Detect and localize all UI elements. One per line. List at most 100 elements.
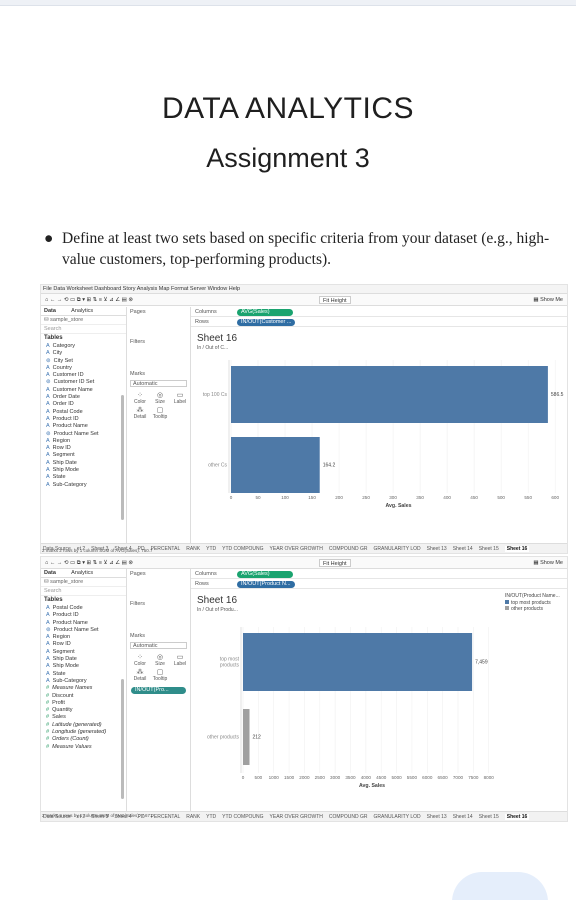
field-item[interactable]: A Order Date (41, 394, 126, 401)
field-item[interactable]: A Ship Mode (41, 663, 126, 670)
fit-dropdown[interactable]: Fit Height (319, 559, 351, 567)
columns-pill[interactable]: AVG(Sales) (237, 570, 293, 578)
field-item[interactable]: A Customer ID (41, 372, 126, 379)
field-item[interactable]: A Ship Date (41, 460, 126, 467)
field-item[interactable]: A Segment (41, 452, 126, 459)
x-tick-label: 4000 (361, 775, 372, 780)
detail-button[interactable]: ⁂ Detail (131, 406, 149, 420)
detail-icon: ⁂ (136, 407, 144, 414)
field-item[interactable]: A Region (41, 634, 126, 641)
pages-card[interactable]: Pages (127, 307, 190, 316)
cards-pane: Pages Filters Marks Automatic ⁘ Color ◎ Si… (127, 569, 191, 811)
tab-analytics[interactable]: Analytics (71, 308, 93, 314)
x-tick-label: 500 (255, 775, 263, 780)
tab-data[interactable]: Data (44, 308, 56, 314)
field-search-input[interactable]: Search (41, 325, 126, 334)
tab-analytics[interactable]: Analytics (71, 570, 93, 576)
color-button[interactable]: ⁘ Color (131, 391, 149, 405)
tab-data[interactable]: Data (44, 570, 56, 576)
columns-shelf[interactable]: Columns AVG(Sales) (191, 307, 567, 317)
field-item[interactable]: A Postal Code (41, 605, 126, 612)
x-tick-label: 100 (281, 495, 289, 500)
show-me-button[interactable]: ▦ Show Me (533, 294, 563, 306)
color-button[interactable]: ⁘ Color (131, 653, 149, 667)
show-me-button[interactable]: ▦ Show Me (533, 557, 563, 569)
field-item[interactable]: A Product ID (41, 612, 126, 619)
rows-shelf[interactable]: Rows IN/OUT(Customer ... (191, 317, 567, 327)
field-item[interactable]: A Row ID (41, 445, 126, 452)
datasource-name[interactable]: ⛁ sample_store (41, 316, 126, 325)
field-item[interactable]: A State (41, 474, 126, 481)
menu-bar[interactable]: File Data Worksheet Dashboard Story Anal… (41, 285, 567, 294)
field-item[interactable]: A Customer Name (41, 387, 126, 394)
data-pane-tabs: Data Analytics (41, 307, 126, 316)
field-item[interactable]: ⊚ City Set (41, 358, 126, 365)
size-button[interactable]: ◎ Size (151, 653, 169, 667)
field-item[interactable]: A Sub-Category (41, 482, 126, 489)
mark-type-select[interactable]: Automatic (130, 380, 187, 387)
field-item[interactable]: # Sales (41, 714, 126, 721)
field-type-icon: A (46, 445, 50, 452)
tooltip-button[interactable]: ▢ Tooltip (151, 668, 169, 682)
field-item[interactable]: ⊚ Customer ID Set (41, 379, 126, 386)
color-mark-pill[interactable]: IN/OUT(Pro... (131, 687, 186, 694)
field-item[interactable]: A Country (41, 365, 126, 372)
filters-card[interactable]: Filters (127, 599, 190, 608)
field-item[interactable]: # Orders (Count) (41, 736, 126, 743)
field-item[interactable]: # Measure Values (41, 744, 126, 751)
label-button[interactable]: ▭ Label (171, 391, 189, 405)
field-item[interactable]: # Quantity (41, 707, 126, 714)
field-item[interactable]: # Profit (41, 700, 126, 707)
field-item[interactable]: A Postal Code (41, 409, 126, 416)
field-item[interactable]: # Discount (41, 693, 126, 700)
field-item[interactable]: ⊚ Product Name Set (41, 431, 126, 438)
field-label: Product ID (52, 415, 79, 422)
datasource-name[interactable]: ⛁ sample_store (41, 578, 126, 587)
field-type-icon: A (46, 401, 50, 408)
toolbar-icons[interactable]: ⌂ ← → ⟲ ▭ ⧉ ▾ ⊞ ⇅ ≡ ⊻ ⊿ ∠ ▤ ⊗ (45, 297, 133, 303)
field-item[interactable]: ⊚ Product Name Set (41, 627, 126, 634)
field-label: Customer ID Set (53, 379, 95, 386)
field-item[interactable]: A Product ID (41, 416, 126, 423)
fit-dropdown[interactable]: Fit Height (319, 296, 351, 304)
field-item[interactable]: A Ship Mode (41, 467, 126, 474)
field-item[interactable]: A Row ID (41, 641, 126, 648)
datasource-label: sample_store (50, 579, 84, 585)
x-tick-label: 6500 (438, 775, 449, 780)
field-item[interactable]: A Product Name (41, 620, 126, 627)
rows-pill[interactable]: IN/OUT(Customer ... (237, 318, 295, 326)
label-button[interactable]: ▭ Label (171, 653, 189, 667)
size-button[interactable]: ◎ Size (151, 391, 169, 405)
field-item[interactable]: # Latitude (generated) (41, 722, 126, 729)
field-item[interactable]: A Category (41, 343, 126, 350)
tableau-screenshot-1: File Data Worksheet Dashboard Story Anal… (40, 284, 568, 554)
mark-type-select[interactable]: Automatic (130, 642, 187, 649)
field-search-input[interactable]: Search (41, 587, 126, 596)
scrollbar[interactable] (121, 679, 124, 799)
columns-shelf[interactable]: Columns AVG(Sales) (191, 569, 567, 579)
field-item[interactable]: A Order ID (41, 401, 126, 408)
floating-action-button[interactable] (452, 872, 548, 900)
columns-pill[interactable]: AVG(Sales) (237, 308, 293, 316)
field-item[interactable]: # Measure Names (41, 685, 126, 692)
size-icon: ◎ (156, 392, 164, 399)
field-item[interactable]: A Sub-Category (41, 678, 126, 685)
view-area: Sheet 16 In / Out of Produ... IN/OUT(Pro… (191, 591, 567, 811)
field-item[interactable]: A Region (41, 438, 126, 445)
toolbar-icons[interactable]: ⌂ ← → ⟲ ▭ ⧉ ▾ ⊞ ⇅ ≡ ⊻ ⊿ ∠ ▤ ⊗ (45, 560, 133, 566)
field-type-icon: A (46, 343, 50, 349)
tooltip-button[interactable]: ▢ Tooltip (151, 406, 169, 420)
pages-card[interactable]: Pages (127, 569, 190, 578)
scrollbar[interactable] (121, 395, 124, 520)
detail-button[interactable]: ⁂ Detail (131, 668, 149, 682)
rows-pill[interactable]: IN/OUT(Product N... (237, 580, 295, 588)
bar (231, 437, 320, 493)
field-item[interactable]: A Segment (41, 649, 126, 656)
field-item[interactable]: A Ship Date (41, 656, 126, 663)
field-item[interactable]: A State (41, 671, 126, 678)
field-item[interactable]: # Longitude (generated) (41, 729, 126, 736)
rows-shelf[interactable]: Rows IN/OUT(Product N... (191, 579, 567, 589)
field-item[interactable]: A Product Name (41, 423, 126, 430)
field-item[interactable]: A City (41, 350, 126, 357)
filters-card[interactable]: Filters (127, 337, 190, 346)
